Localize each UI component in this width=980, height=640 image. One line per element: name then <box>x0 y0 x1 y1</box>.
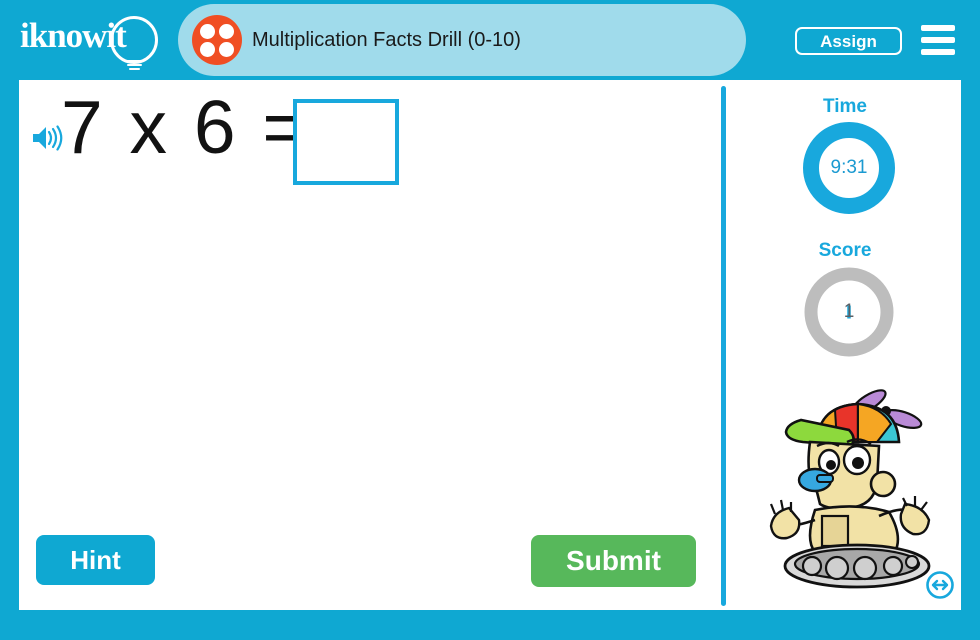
page-title: Multiplication Facts Drill (0-10) <box>252 29 521 51</box>
score-ring: 1 <box>803 266 895 358</box>
app-window: iknowit Multiplication Facts Drill (0-10… <box>0 0 980 640</box>
horizontal-resize-arrow-icon[interactable] <box>925 570 955 600</box>
hint-button[interactable]: Hint <box>36 535 155 585</box>
time-label: Time <box>822 96 867 117</box>
score-value: 1 <box>843 301 855 322</box>
speaker-audio-icon[interactable] <box>31 124 63 152</box>
answer-input[interactable] <box>293 99 399 185</box>
lightbulb-base-icon <box>125 60 144 72</box>
score-label: Score <box>818 240 872 261</box>
sidebar-divider <box>721 86 726 606</box>
robot-mascot-propeller-hat <box>757 380 957 590</box>
content-panel: 7 x 6 = Time 9:31 Score 1 Hint Submit <box>19 80 961 610</box>
problem-expression: 7 x 6 = <box>61 85 310 169</box>
app-header: iknowit Multiplication Facts Drill (0-10… <box>0 0 980 78</box>
four-dots-icon <box>192 15 242 65</box>
logo-wordmark: iknowit <box>20 16 127 55</box>
hamburger-menu-icon[interactable] <box>921 25 955 55</box>
time-value: 9:31 <box>830 157 868 178</box>
title-tab: Multiplication Facts Drill (0-10) <box>178 4 746 76</box>
submit-button[interactable]: Submit <box>531 535 696 587</box>
time-ring: 9:31 <box>803 122 895 214</box>
iknowit-logo[interactable]: iknowit <box>18 8 168 70</box>
status-sidebar: Time 9:31 Score 1 <box>729 80 961 610</box>
assign-button[interactable]: Assign <box>795 27 902 55</box>
